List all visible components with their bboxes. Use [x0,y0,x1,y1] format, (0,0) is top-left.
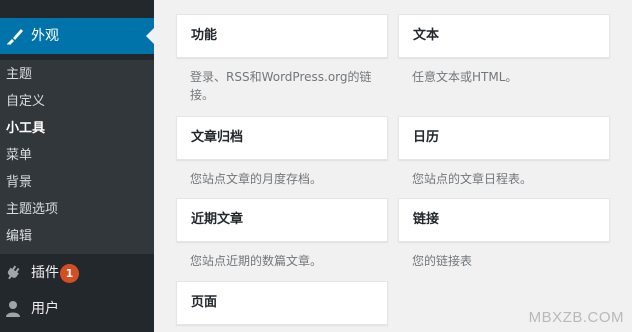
widget-pages[interactable]: 页面 [176,281,388,325]
widget-text[interactable]: 文本 [398,14,610,58]
widget-title: 日历 [413,130,440,145]
sidebar-item-label: 用户 [31,301,59,317]
update-count-badge: 1 [60,264,79,283]
submenu-item-widgets[interactable]: 小工具 [6,119,45,139]
widget-title: 功能 [191,28,218,43]
widget-title: 近期文章 [191,212,244,227]
widget-archives[interactable]: 文章归档 [176,116,388,160]
user-icon [4,300,22,318]
watermark: MBXZB.COM [528,309,624,326]
widget-description: 登录、RSS和WordPress.org的链接。 [190,70,372,102]
sidebar-item-users[interactable]: 用户 [0,294,154,324]
submenu-item-theme-options[interactable]: 主题选项 [6,200,58,220]
submenu-item-background[interactable]: 背景 [6,173,32,193]
sidebar-item-label: 外观 [31,28,59,44]
sidebar-item-plugins[interactable]: 插件 1 [0,258,154,288]
widget-description: 您的链接表 [412,254,473,268]
widget-description: 您站点近期的数篇文章。 [190,254,323,268]
submenu-item-editor[interactable]: 编辑 [6,227,32,247]
widget-title: 文章归档 [191,130,244,145]
widget-calendar[interactable]: 日历 [398,116,610,160]
current-menu-arrow [146,28,154,44]
plug-icon [4,264,22,282]
widget-meta[interactable]: 功能 [176,14,388,58]
submenu-item-customize[interactable]: 自定义 [6,92,45,112]
paintbrush-icon [5,26,25,46]
widget-title: 文本 [413,28,440,43]
widget-description: 您站点文章的月度存档。 [190,172,323,186]
widget-title: 页面 [191,295,218,310]
admin-sidebar: 外观 主题 自定义 小工具 菜单 背景 主题选项 编辑 插件 1 用户 [0,0,154,332]
widget-recent-posts[interactable]: 近期文章 [176,198,388,242]
widget-links[interactable]: 链接 [398,198,610,242]
sidebar-item-label: 插件 [31,265,59,281]
sidebar-item-appearance[interactable]: 外观 [0,18,154,54]
submenu-item-menus[interactable]: 菜单 [6,146,32,166]
submenu-item-themes[interactable]: 主题 [6,65,32,85]
available-widgets-area: 功能 登录、RSS和WordPress.org的链接。 文本 任意文本或HTML… [154,0,632,332]
appearance-submenu: 主题 自定义 小工具 菜单 背景 主题选项 编辑 [0,60,154,254]
widget-description: 您站点的文章日程表。 [412,172,533,186]
widget-title: 链接 [413,212,440,227]
widget-description: 任意文本或HTML。 [412,70,518,84]
